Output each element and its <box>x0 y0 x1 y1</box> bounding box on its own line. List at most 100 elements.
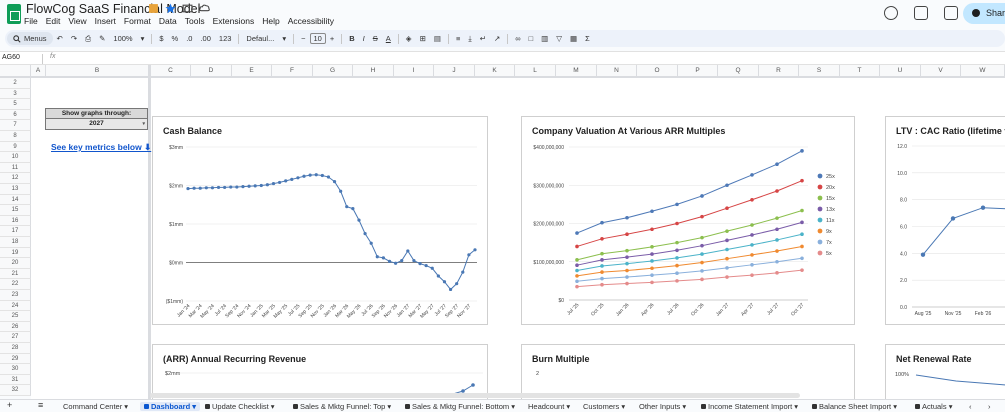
sheet-tab[interactable]: Update Checklist ▾ <box>205 402 275 411</box>
horizontal-scrollbar[interactable] <box>150 393 800 398</box>
sheet-tab[interactable]: Other Inputs ▾ <box>639 402 686 411</box>
paint-format-icon[interactable]: ✎ <box>95 34 109 43</box>
row-header[interactable]: 7 <box>0 120 31 131</box>
folder-emoji-icon[interactable] <box>148 3 159 14</box>
row-header[interactable]: 13 <box>0 184 31 195</box>
italic-button[interactable]: I <box>359 34 369 43</box>
row-header[interactable]: 14 <box>0 194 31 206</box>
all-sheets-menu-icon[interactable]: ≡ <box>38 400 43 410</box>
row-header[interactable]: 19 <box>0 247 31 259</box>
cash-balance-chart[interactable]: Cash Balance $3mm $2mm $1mm $0mm ($1mm) Jan '… <box>152 116 488 325</box>
font-select[interactable]: Defaul... <box>242 34 278 43</box>
chevron-down-icon[interactable]: ▾ <box>564 402 570 411</box>
ltv-cac-chart[interactable]: LTV : CAC Ratio (lifetime va 12.0 10.0 8.0… <box>885 116 1005 325</box>
chevron-down-icon[interactable]: ▾ <box>891 402 897 411</box>
chevron-down-icon[interactable]: ▾ <box>190 402 196 411</box>
font-size-increase-button[interactable]: + <box>326 34 338 43</box>
menu-file[interactable]: File <box>24 16 38 26</box>
row-header[interactable]: 3 <box>0 88 31 100</box>
merge-cells-icon[interactable]: ▤ <box>430 34 445 43</box>
row-header[interactable]: 17 <box>0 226 31 237</box>
number-format-button[interactable]: 123 <box>215 34 236 43</box>
row-header[interactable]: 18 <box>0 237 31 248</box>
print-icon[interactable]: ⎙ <box>81 34 95 44</box>
row-header[interactable]: 15 <box>0 205 31 216</box>
row-header[interactable]: 11 <box>0 162 31 174</box>
frozen-row-divider[interactable] <box>0 76 1005 78</box>
menu-tools[interactable]: Tools <box>185 16 205 26</box>
font-size-input[interactable]: 10 <box>309 33 326 44</box>
row-header[interactable]: 28 <box>0 343 31 354</box>
add-sheet-button[interactable]: + <box>7 400 12 410</box>
sheet-tab[interactable]: Headcount ▾ <box>528 402 570 411</box>
menu-edit[interactable]: Edit <box>46 16 61 26</box>
menu-help[interactable]: Help <box>262 16 279 26</box>
graph-year-dropdown[interactable]: 2027 ▾ <box>45 119 148 130</box>
font-size-decrease-button[interactable]: − <box>297 34 309 43</box>
increase-decimal-button[interactable]: .00 <box>196 34 214 43</box>
sheet-tab[interactable]: Command Center ▾ <box>63 402 128 411</box>
chevron-down-icon[interactable]: ▾ <box>619 402 625 411</box>
chevron-down-icon[interactable]: ▾ <box>680 402 686 411</box>
name-box[interactable]: AG60 <box>2 54 20 61</box>
menu-format[interactable]: Format <box>124 16 151 26</box>
frozen-column-divider[interactable] <box>148 65 151 399</box>
scroll-tabs-right-icon[interactable]: › <box>988 402 991 411</box>
sheet-tab[interactable]: Customers ▾ <box>583 402 625 411</box>
menu-insert[interactable]: Insert <box>95 16 116 26</box>
menu-view[interactable]: View <box>68 16 86 26</box>
chevron-down-icon[interactable]: ▾ <box>269 402 275 411</box>
strikethrough-button[interactable]: S <box>369 34 382 43</box>
borders-icon[interactable]: ⊞ <box>416 34 430 43</box>
search-menus-button[interactable]: Menus <box>7 32 53 45</box>
filter-views-icon[interactable]: ▦ <box>566 34 581 43</box>
insert-link-icon[interactable]: ∞ <box>511 34 524 43</box>
currency-format-button[interactable]: $ <box>155 34 167 43</box>
row-header[interactable]: 21 <box>0 268 31 280</box>
row-header[interactable]: 25 <box>0 311 31 322</box>
cloud-status-icon[interactable] <box>199 3 210 14</box>
menu-accessibility[interactable]: Accessibility <box>288 16 334 26</box>
sheets-logo-icon[interactable] <box>7 4 21 24</box>
sheet-tab[interactable]: Sales & Mktg Funnel: Top ▾ <box>293 402 391 411</box>
row-header[interactable]: 24 <box>0 300 31 312</box>
move-folder-icon[interactable] <box>182 3 193 14</box>
text-color-button[interactable]: A <box>382 34 395 43</box>
version-history-icon[interactable] <box>884 6 898 20</box>
row-header[interactable]: 26 <box>0 321 31 333</box>
row-header[interactable]: 5 <box>0 99 31 110</box>
menu-extensions[interactable]: Extensions <box>213 16 255 26</box>
sheet-tab[interactable]: Balance Sheet Import ▾ <box>812 402 897 411</box>
net-renewal-rate-chart[interactable]: Net Renewal Rate 100% <box>885 344 1005 404</box>
sheet-tab[interactable]: Income Statement Import ▾ <box>701 402 798 411</box>
row-header[interactable]: 27 <box>0 332 31 343</box>
row-header[interactable]: 6 <box>0 109 31 121</box>
chevron-down-icon[interactable]: ▾ <box>137 34 149 43</box>
row-header[interactable]: 9 <box>0 141 31 153</box>
key-metrics-link[interactable]: See key metrics below ⬇ <box>51 142 151 153</box>
row-header[interactable]: 16 <box>0 215 31 227</box>
sheet-tab[interactable]: Dashboard ▾ <box>140 402 201 411</box>
sheet-tab[interactable]: Actuals ▾ <box>915 402 952 411</box>
row-header[interactable]: 29 <box>0 353 31 365</box>
menu-data[interactable]: Data <box>159 16 177 26</box>
redo-icon[interactable]: ↷ <box>67 34 81 43</box>
bold-button[interactable]: B <box>345 34 358 43</box>
meet-camera-icon[interactable] <box>944 6 958 20</box>
filter-icon[interactable]: ▽ <box>552 34 566 43</box>
horizontal-align-icon[interactable]: ≡ <box>452 34 464 43</box>
chevron-down-icon[interactable]: ▾ <box>509 402 515 411</box>
row-header[interactable]: 30 <box>0 364 31 375</box>
text-rotation-icon[interactable]: ↗ <box>490 34 504 43</box>
row-header[interactable]: 23 <box>0 290 31 301</box>
decrease-decimal-button[interactable]: .0 <box>182 34 196 43</box>
zoom-select[interactable]: 100% <box>109 34 136 43</box>
row-header[interactable]: 32 <box>0 385 31 396</box>
chevron-down-icon[interactable]: ▾ <box>278 34 290 43</box>
functions-button[interactable]: Σ <box>581 34 594 43</box>
insert-chart-icon[interactable]: ▥ <box>537 34 552 43</box>
scroll-tabs-left-icon[interactable]: ‹ <box>969 402 972 411</box>
star-icon[interactable] <box>165 3 176 14</box>
row-header[interactable]: 8 <box>0 131 31 142</box>
percent-format-button[interactable]: % <box>168 34 183 43</box>
